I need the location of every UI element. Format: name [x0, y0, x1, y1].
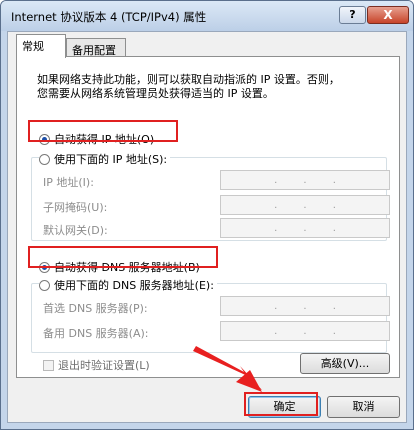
annotation-arrow-icon [193, 346, 262, 392]
tab-general[interactable]: 常规 [16, 34, 66, 58]
